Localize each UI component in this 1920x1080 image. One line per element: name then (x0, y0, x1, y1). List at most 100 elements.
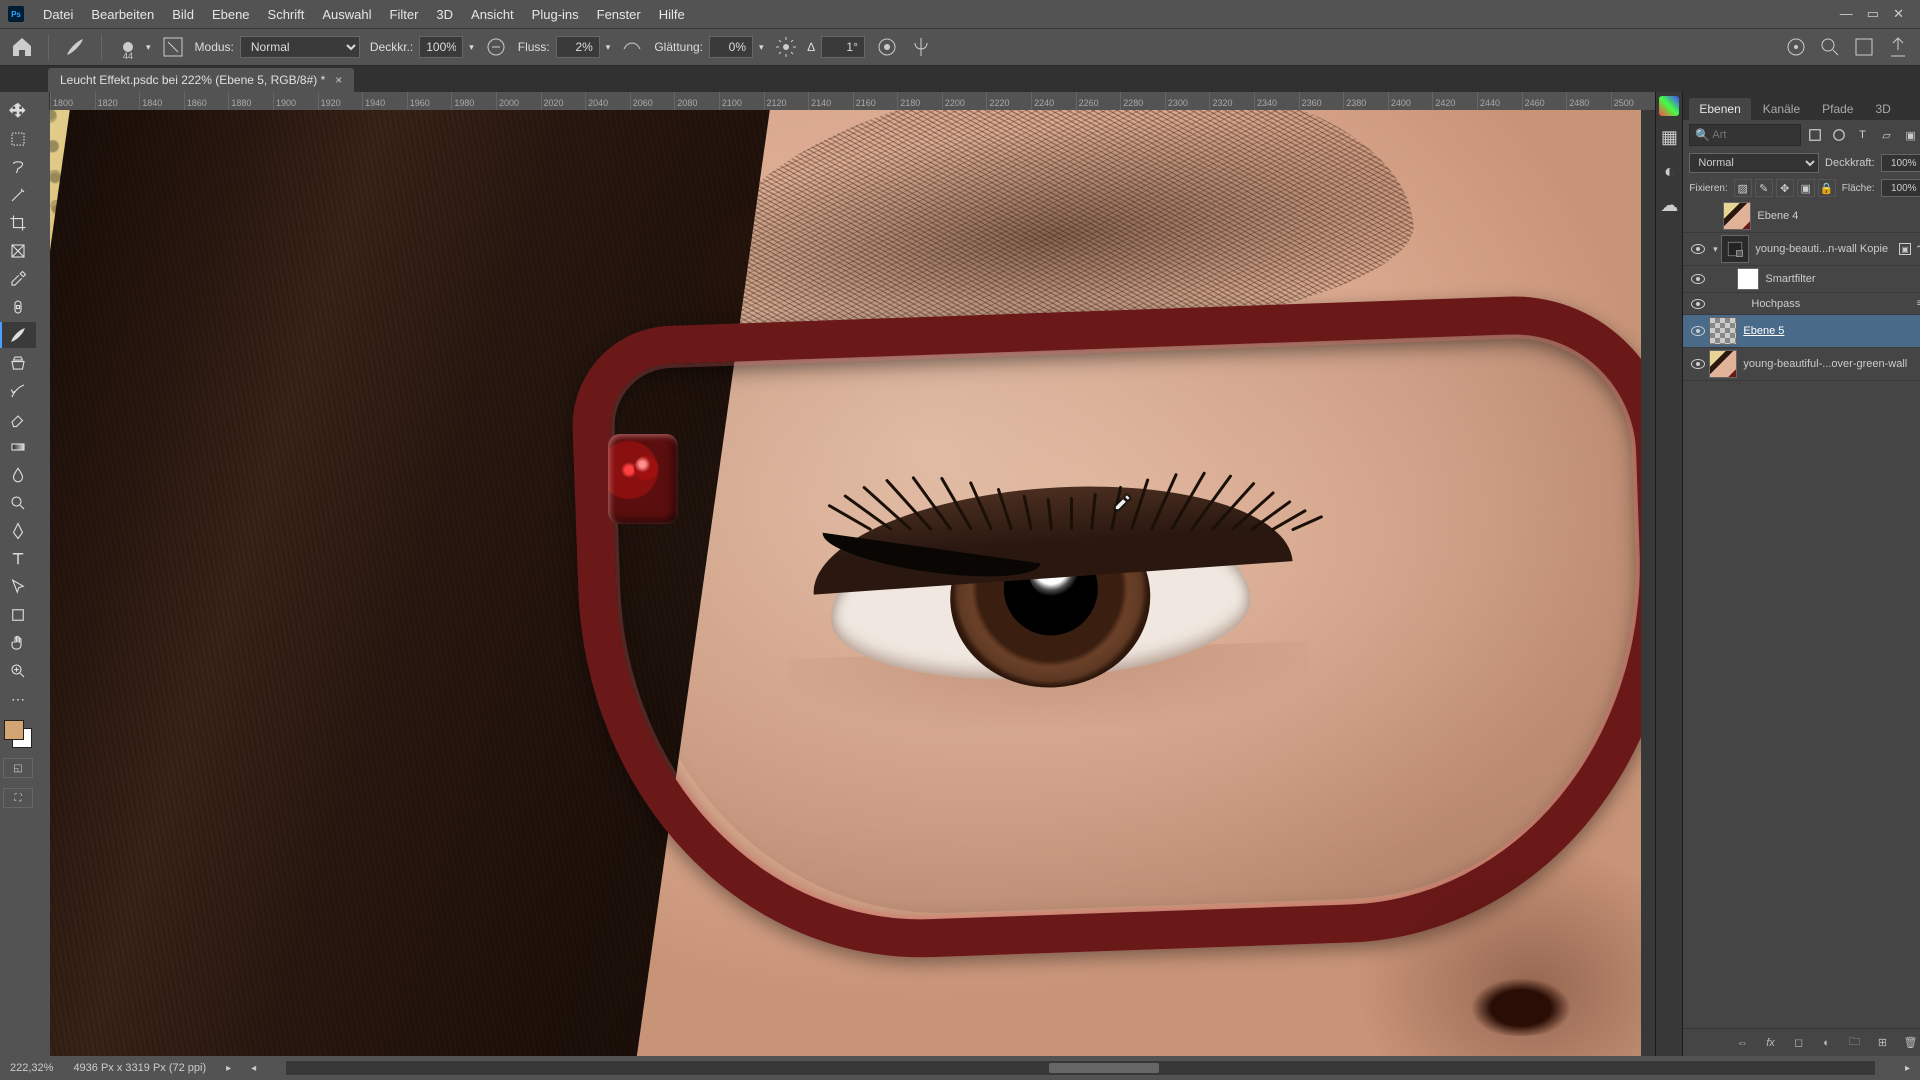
tab-kanaele[interactable]: Kanäle (1753, 98, 1810, 120)
menu-ebene[interactable]: Ebene (203, 0, 259, 28)
window-restore-icon[interactable]: ▭ (1867, 6, 1879, 22)
brush-preset-picker[interactable]: 44 (116, 35, 140, 59)
menu-3d[interactable]: 3D (427, 0, 462, 28)
lock-position-icon[interactable]: ✥ (1776, 179, 1794, 197)
new-group-icon[interactable]: 🗀 (1845, 1033, 1865, 1053)
expand-toggle[interactable]: ▾ (1709, 243, 1721, 255)
layer-opacity-input[interactable] (1881, 154, 1920, 172)
share-icon[interactable] (1886, 35, 1910, 59)
eraser-tool[interactable] (0, 406, 36, 432)
layer-name[interactable]: Hochpass (1751, 298, 1916, 310)
libraries-panel-icon[interactable]: ☁ (1656, 192, 1682, 218)
filter-type-icon[interactable]: T (1853, 125, 1873, 145)
layer-row[interactable]: Hochpass ≡ (1683, 293, 1920, 315)
type-tool[interactable] (0, 546, 36, 572)
filter-smart-icon[interactable]: ▣ (1901, 125, 1920, 145)
filter-adjust-icon[interactable] (1829, 125, 1849, 145)
link-layers-icon[interactable]: ⇔ (1733, 1033, 1753, 1053)
chevron-down-icon[interactable]: ⌃ (1915, 244, 1920, 255)
shape-tool[interactable] (0, 602, 36, 628)
tab-pfade[interactable]: Pfade (1812, 98, 1863, 120)
layer-row[interactable]: Smartfilter (1683, 266, 1920, 293)
layer-row[interactable]: young-beautiful-...over-green-wall (1683, 348, 1920, 381)
opacity-input[interactable] (419, 36, 463, 58)
brush-tool-icon[interactable] (63, 35, 87, 59)
menu-auswahl[interactable]: Auswahl (313, 0, 380, 28)
layer-row[interactable]: ▾ young-beauti...n-wall Kopie ▣ ⌃ (1683, 233, 1920, 266)
window-close-icon[interactable]: ✕ (1893, 6, 1904, 22)
blend-mode-select[interactable]: Normal (240, 36, 360, 58)
targeted-adjustment-icon[interactable] (1784, 35, 1808, 59)
healing-brush-tool[interactable] (0, 294, 36, 320)
screenmode-toggle[interactable]: ⛶ (3, 788, 33, 808)
menu-schrift[interactable]: Schrift (259, 0, 314, 28)
lock-transparency-icon[interactable]: ▨ (1734, 179, 1752, 197)
lock-artboard-icon[interactable]: ▣ (1797, 179, 1815, 197)
visibility-toggle[interactable] (1687, 326, 1709, 336)
layer-name[interactable]: Smartfilter (1765, 273, 1920, 285)
filter-mask-thumbnail[interactable] (1737, 268, 1759, 290)
close-tab-icon[interactable]: × (335, 73, 342, 87)
menu-datei[interactable]: Datei (34, 0, 82, 28)
menu-ansicht[interactable]: Ansicht (462, 0, 523, 28)
document-info[interactable]: 4936 Px x 3319 Px (72 ppi) (73, 1062, 206, 1074)
ruler-horizontal[interactable]: 1800182018401860188019001920194019601980… (36, 92, 1655, 110)
edit-toolbar-icon[interactable]: ⋯ (0, 686, 36, 712)
fill-input[interactable] (1881, 179, 1920, 197)
scrollbar-vertical[interactable] (1641, 110, 1655, 1056)
chevron-down-icon[interactable]: ▾ (606, 42, 611, 53)
ruler-vertical[interactable] (36, 110, 50, 1056)
menu-hilfe[interactable]: Hilfe (650, 0, 694, 28)
quickmask-toggle[interactable]: ◱ (3, 758, 33, 778)
hand-tool[interactable] (0, 630, 36, 656)
dodge-tool[interactable] (0, 490, 36, 516)
visibility-toggle[interactable] (1687, 274, 1709, 284)
smoothing-input[interactable] (709, 36, 753, 58)
tab-ebenen[interactable]: Ebenen (1689, 98, 1750, 120)
brush-panel-toggle-icon[interactable] (161, 35, 185, 59)
chevron-down-icon[interactable]: ▾ (146, 42, 151, 53)
path-select-tool[interactable] (0, 574, 36, 600)
scroll-left-icon[interactable]: ◂ (251, 1063, 256, 1074)
angle-input[interactable] (821, 36, 865, 58)
brush-tool[interactable] (0, 322, 36, 348)
color-panel-icon[interactable] (1659, 96, 1679, 116)
history-brush-tool[interactable] (0, 378, 36, 404)
window-minimize-icon[interactable]: — (1840, 6, 1853, 22)
visibility-toggle[interactable] (1687, 299, 1709, 309)
menu-bearbeiten[interactable]: Bearbeiten (82, 0, 163, 28)
layer-style-icon[interactable]: fx (1761, 1033, 1781, 1053)
chevron-right-icon[interactable]: ▸ (226, 1063, 231, 1074)
visibility-toggle[interactable] (1687, 244, 1709, 254)
symmetry-icon[interactable] (909, 35, 933, 59)
lasso-tool[interactable] (0, 154, 36, 180)
gradient-tool[interactable] (0, 434, 36, 460)
adjustments-panel-icon[interactable]: ◐ (1656, 158, 1682, 184)
frame-tool[interactable] (0, 238, 36, 264)
layer-thumbnail[interactable] (1709, 317, 1737, 345)
chevron-down-icon[interactable]: ▾ (469, 42, 474, 53)
document-canvas[interactable] (50, 110, 1641, 1056)
delete-layer-icon[interactable]: 🗑 (1901, 1033, 1920, 1053)
clone-stamp-tool[interactable] (0, 350, 36, 376)
chevron-down-icon[interactable]: ▾ (759, 42, 764, 53)
new-adjustment-icon[interactable]: ◐ (1817, 1033, 1837, 1053)
pen-tool[interactable] (0, 518, 36, 544)
zoom-tool[interactable] (0, 658, 36, 684)
tab-3d[interactable]: 3D (1865, 98, 1900, 120)
smoothing-options-icon[interactable] (774, 35, 798, 59)
layer-thumbnail[interactable] (1709, 350, 1737, 378)
swatches-panel-icon[interactable]: ▦ (1656, 124, 1682, 150)
menu-filter[interactable]: Filter (381, 0, 428, 28)
zoom-level[interactable]: 222,32% (10, 1062, 53, 1074)
move-tool[interactable] (0, 98, 36, 124)
filter-shape-icon[interactable]: ▱ (1877, 125, 1897, 145)
home-icon[interactable] (10, 35, 34, 59)
scrollbar-horizontal[interactable] (286, 1061, 1875, 1075)
foreground-background-colors[interactable] (4, 720, 32, 748)
blur-tool[interactable] (0, 462, 36, 488)
layer-row[interactable]: Ebene 5 (1683, 315, 1920, 348)
flow-input[interactable] (556, 36, 600, 58)
add-mask-icon[interactable]: ◻ (1789, 1033, 1809, 1053)
layer-name[interactable]: Ebene 4 (1757, 210, 1920, 222)
